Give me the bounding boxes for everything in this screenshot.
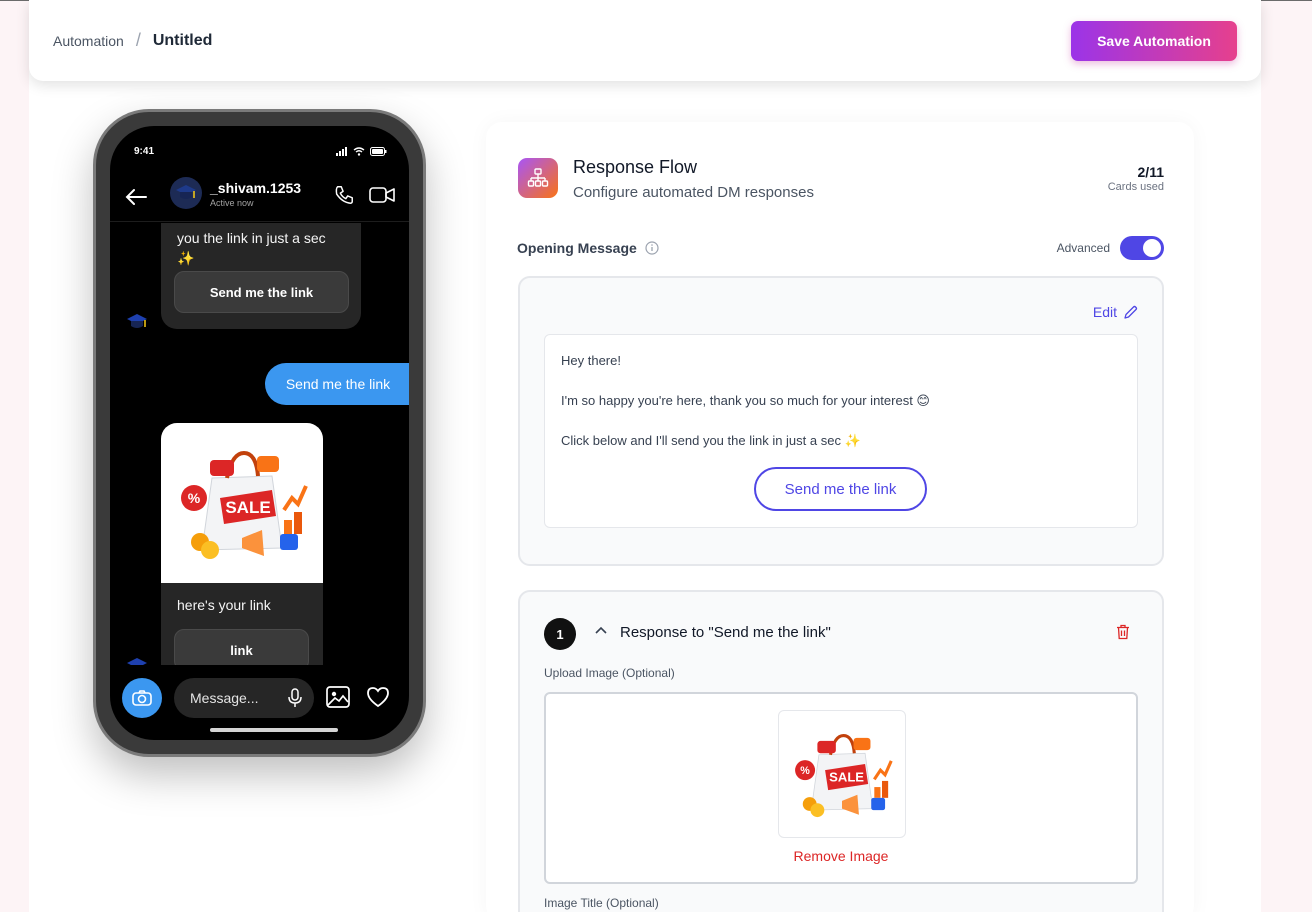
phone-screen: 9:41 _shivam.1253 Active now you the lin… bbox=[110, 126, 409, 740]
message-text-line: you the link in just a sec bbox=[177, 230, 326, 246]
upload-image-dropzone[interactable]: % SALE Remove Image bbox=[544, 692, 1138, 884]
graduation-cap-icon bbox=[127, 314, 147, 328]
microphone-icon[interactable] bbox=[288, 688, 302, 708]
phone-preview: 9:41 _shivam.1253 Active now you the lin… bbox=[93, 109, 426, 757]
svg-text:%: % bbox=[188, 490, 201, 506]
top-header: Automation / Untitled Save Automation bbox=[29, 0, 1261, 81]
opening-message-heading: Opening Message bbox=[517, 240, 659, 256]
cards-used-count: 2/11 bbox=[1137, 164, 1164, 180]
camera-button[interactable] bbox=[122, 678, 162, 718]
send-link-button[interactable]: Send me the link bbox=[754, 467, 927, 511]
edit-label: Edit bbox=[1092, 304, 1117, 320]
contact-presence: Active now bbox=[210, 198, 254, 208]
sale-bag-illustration: % SALE bbox=[795, 733, 893, 818]
cards-used-label: Cards used bbox=[1107, 181, 1164, 193]
chat-header: _shivam.1253 Active now bbox=[110, 174, 409, 222]
contact-username: _shivam.1253 bbox=[210, 180, 302, 196]
gallery-icon[interactable] bbox=[326, 686, 350, 708]
camera-icon bbox=[132, 690, 152, 706]
image-card-message: % SALE here's your link link bbox=[161, 423, 323, 665]
message-preview: Hey there! I'm so happy you're here, tha… bbox=[544, 334, 1138, 528]
flow-subtitle: Configure automated DM responses bbox=[573, 184, 814, 201]
response-title: Response to "Send me the link" bbox=[620, 624, 831, 641]
sender-avatar bbox=[124, 653, 150, 665]
phone-call-icon[interactable] bbox=[333, 184, 355, 206]
trash-icon[interactable] bbox=[1116, 624, 1130, 640]
response-flow-panel: Response Flow Configure automated DM res… bbox=[486, 122, 1194, 912]
svg-text:%: % bbox=[800, 765, 810, 777]
outgoing-message-bubble: Send me the link bbox=[265, 363, 409, 405]
opening-message-label: Opening Message bbox=[517, 240, 637, 256]
breadcrumb-separator: / bbox=[135, 30, 141, 50]
uploaded-image-thumbnail: % SALE bbox=[778, 710, 906, 838]
svg-text:SALE: SALE bbox=[829, 770, 864, 785]
breadcrumb-automation-link[interactable]: Automation bbox=[53, 33, 124, 49]
advanced-toggle[interactable] bbox=[1120, 236, 1164, 260]
image-card-caption: here's your link bbox=[177, 597, 271, 613]
breadcrumb-current: Untitled bbox=[152, 31, 213, 49]
message-line: Hey there! bbox=[561, 353, 621, 368]
signal-icon bbox=[336, 147, 347, 156]
chevron-up-icon[interactable] bbox=[595, 626, 607, 634]
info-icon[interactable] bbox=[645, 241, 659, 255]
status-time: 9:41 bbox=[134, 146, 155, 157]
sale-bag-illustration: % SALE bbox=[181, 450, 308, 559]
video-call-icon[interactable] bbox=[369, 186, 395, 204]
svg-text:SALE: SALE bbox=[225, 498, 270, 517]
message-composer: Message... bbox=[120, 676, 399, 718]
response-card: 1 Response to "Send me the link" Upload … bbox=[518, 590, 1164, 912]
flow-title: Response Flow bbox=[573, 157, 698, 177]
message-line: Click below and I'll send you the link i… bbox=[561, 433, 861, 448]
sender-avatar bbox=[124, 309, 150, 335]
wifi-icon bbox=[353, 147, 365, 156]
chat-messages: you the link in just a sec ✨ Send me the… bbox=[110, 223, 409, 665]
contact-avatar[interactable] bbox=[170, 177, 202, 209]
advanced-label: Advanced bbox=[1056, 241, 1110, 255]
back-arrow-icon[interactable] bbox=[124, 188, 148, 206]
edit-button[interactable]: Edit bbox=[1093, 304, 1138, 320]
image-card-link-button[interactable]: link bbox=[174, 629, 309, 665]
sitemap-icon bbox=[527, 168, 549, 187]
pencil-icon bbox=[1124, 305, 1138, 319]
message-line: I'm so happy you're here, thank you so m… bbox=[561, 393, 930, 408]
message-input-placeholder: Message... bbox=[190, 690, 259, 706]
heart-icon[interactable] bbox=[366, 686, 390, 708]
breadcrumb: Automation / Untitled bbox=[53, 30, 212, 51]
save-automation-button[interactable]: Save Automation bbox=[1071, 20, 1237, 61]
image-title-label: Image Title (Optional) bbox=[544, 896, 659, 910]
message-input[interactable]: Message... bbox=[174, 678, 314, 718]
response-number-badge: 1 bbox=[544, 618, 576, 650]
battery-icon bbox=[370, 147, 387, 156]
sale-image: % SALE bbox=[161, 423, 323, 583]
graduation-cap-icon bbox=[176, 185, 196, 199]
opening-message-card: Edit Hey there! I'm so happy you're here… bbox=[518, 276, 1164, 566]
message-quick-reply-button[interactable]: Send me the link bbox=[174, 271, 349, 313]
status-bar: 9:41 bbox=[134, 146, 387, 157]
remove-image-button[interactable]: Remove Image bbox=[546, 848, 1136, 864]
home-indicator bbox=[210, 728, 338, 732]
advanced-toggle-group: Advanced bbox=[1057, 236, 1164, 260]
incoming-message-bubble: you the link in just a sec ✨ Send me the… bbox=[161, 223, 361, 329]
flow-chart-icon bbox=[518, 158, 558, 198]
graduation-cap-icon bbox=[127, 658, 147, 665]
message-text-line: ✨ bbox=[177, 250, 195, 266]
upload-image-label: Upload Image (Optional) bbox=[544, 666, 675, 680]
